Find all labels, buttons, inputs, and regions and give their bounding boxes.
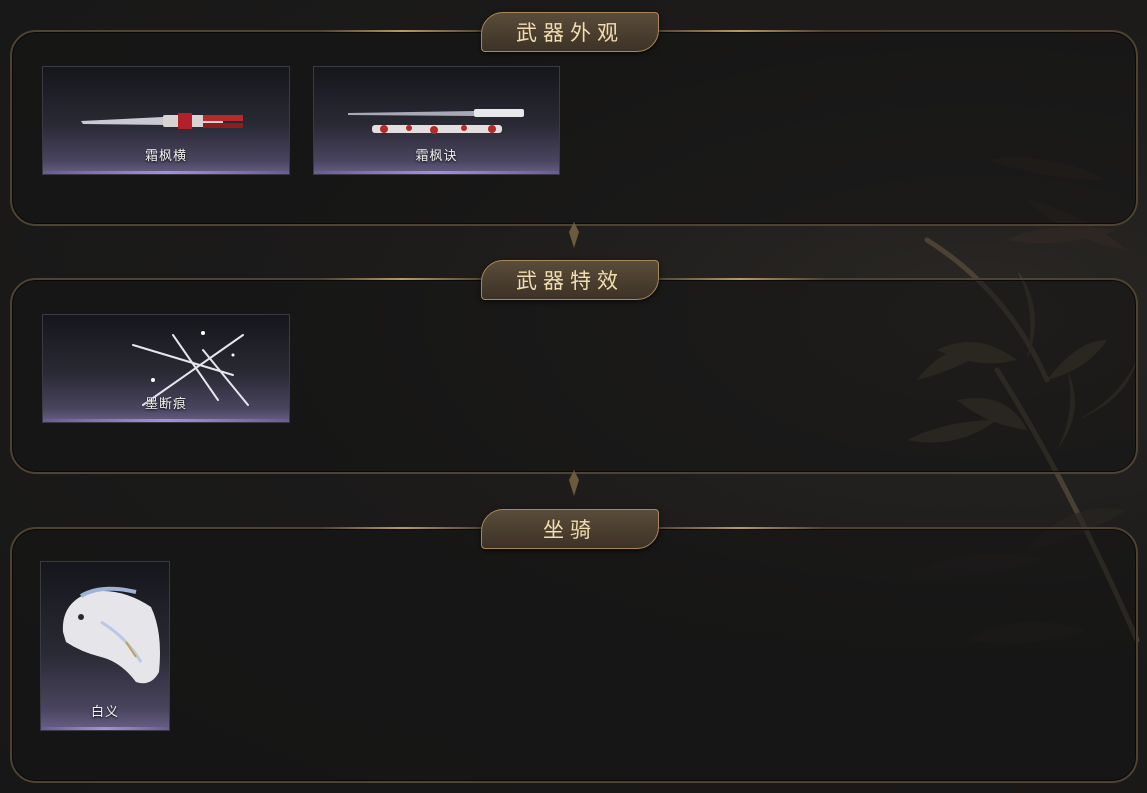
- mount-card[interactable]: 白义: [40, 561, 170, 731]
- section-title: 武器特效: [481, 260, 659, 300]
- section-title: 坐骑: [481, 509, 659, 549]
- item-label: 白义: [90, 705, 119, 720]
- item-label: 墨断痕: [144, 397, 187, 412]
- weapon-skin-card[interactable]: 霜枫诀: [313, 66, 560, 175]
- section-title: 武器外观: [481, 12, 659, 52]
- mount-panel: [10, 527, 1138, 783]
- item-label: 霜枫诀: [415, 149, 458, 164]
- weapon-effect-card[interactable]: 墨断痕: [42, 314, 290, 423]
- item-label: 霜枫横: [144, 149, 187, 164]
- ornament-icon: [569, 470, 579, 496]
- ornament-icon: [569, 222, 579, 248]
- weapon-skin-card[interactable]: 霜枫横: [42, 66, 290, 175]
